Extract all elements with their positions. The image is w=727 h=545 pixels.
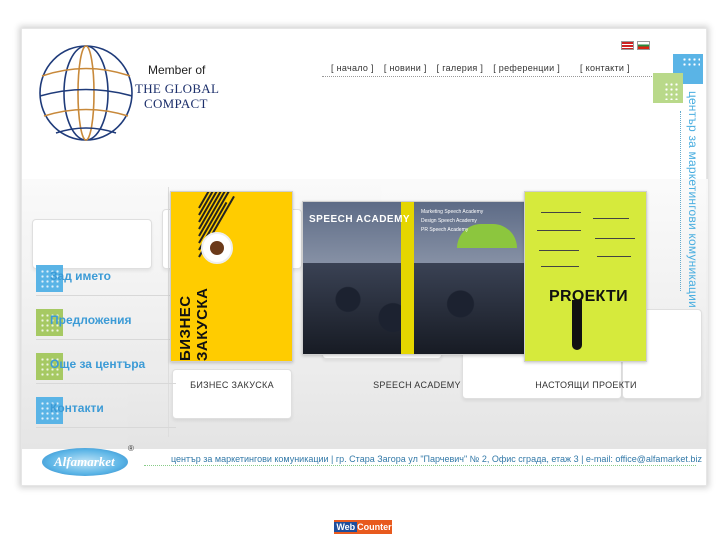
cover-lines — [198, 192, 289, 352]
cover-lines — [533, 208, 641, 278]
footer-dotted-line — [144, 465, 696, 466]
menu-item-behind-name[interactable]: Зад името — [36, 265, 176, 309]
nav-gallery[interactable]: [ галерия ] — [432, 63, 489, 73]
card3-caption[interactable]: НАСТОЯЩИ ПРОЕКТИ — [524, 380, 648, 390]
footer-contact-text: център за маркетингови комуникации | гр.… — [171, 454, 702, 464]
nav-divider — [322, 76, 674, 77]
webcounter-badge[interactable]: Web Counter — [334, 520, 392, 534]
menu-item-offers[interactable]: Предложения — [36, 309, 176, 353]
ink-drop-icon — [572, 300, 582, 350]
brand-dots — [664, 82, 678, 100]
nav-home[interactable]: [ начало ] — [326, 63, 379, 73]
card2-caption[interactable]: SPEECH ACADEMY — [302, 380, 532, 390]
global-compact-line2: COMPACT — [144, 96, 208, 111]
brand-dots-top — [682, 57, 700, 67]
menu-item-label: Още за центъра — [50, 357, 146, 371]
card2-cover-title: SPEECH ACADEMY — [309, 214, 411, 225]
left-menu: Зад името Предложения Още за центъра Кон… — [36, 265, 176, 441]
global-compact-globe-icon[interactable] — [36, 41, 136, 143]
menu-item-label: Зад името — [50, 269, 111, 283]
business-breakfast-card[interactable]: БИЗНЕС ЗАКУСКА — [170, 191, 293, 362]
card3-cover-title: PROЕКТИ — [549, 288, 628, 305]
card2-cover-list: Marketing Speech Academy Design Speech A… — [421, 209, 484, 233]
menu-item-label: Контакти — [50, 401, 104, 415]
main-frame: Member of THE GLOBAL COMPACT [ начало ] … — [21, 28, 708, 486]
card1-caption[interactable]: БИЗНЕС ЗАКУСКА — [170, 380, 294, 390]
alfamarket-logo[interactable]: Alfamarket ® — [42, 444, 134, 476]
menu-item-contacts[interactable]: Контакти — [36, 397, 176, 441]
member-of-text: Member of — [148, 63, 206, 77]
global-compact-line1: THE GLOBAL — [135, 81, 220, 96]
bulgarian-flag-icon[interactable] — [637, 41, 650, 50]
vertical-dotted-line — [680, 111, 681, 291]
card1-cover-title: БИЗНЕС ЗАКУСКА — [177, 287, 211, 361]
vertical-brand-text: център за маркетингови комуникации — [686, 91, 700, 308]
menu-item-label: Предложения — [50, 313, 132, 327]
language-switcher — [621, 41, 650, 50]
nav-news[interactable]: [ новини ] — [379, 63, 432, 73]
nav-references[interactable]: [ референции ] — [488, 63, 565, 73]
top-navigation: [ начало ] [ новини ] [ галерия ] [ рефе… — [326, 63, 635, 73]
nav-contacts[interactable]: [ контакти ] — [575, 63, 635, 73]
umbrellas-image — [303, 262, 528, 354]
menu-item-more-about[interactable]: Още за центъра — [36, 353, 176, 397]
page: Member of THE GLOBAL COMPACT [ начало ] … — [0, 0, 727, 545]
speech-academy-card[interactable]: SPEECH ACADEMY Marketing Speech Academy … — [302, 201, 529, 355]
english-flag-icon[interactable] — [621, 41, 634, 50]
current-projects-card[interactable]: PROЕКТИ — [524, 191, 647, 362]
